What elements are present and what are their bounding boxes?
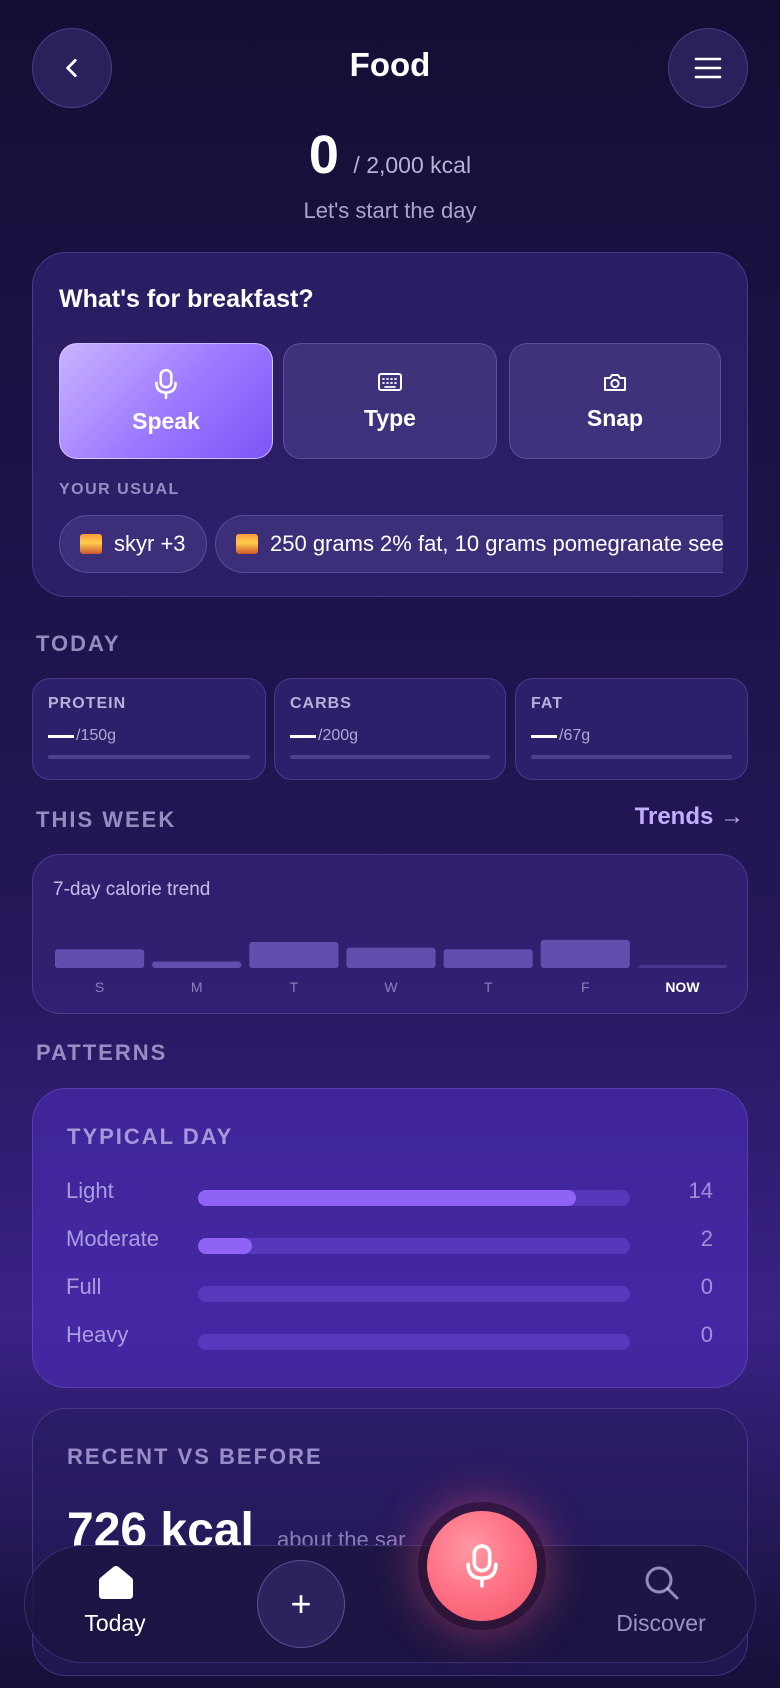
nav-discover-label: Discover [616,1610,706,1636]
back-button[interactable] [32,28,112,108]
calorie-goal: / 2,000 kcal [353,152,472,178]
pattern-row: Full 0 [66,1274,716,1314]
calorie-summary: 0 / 2,000 kcal [0,124,780,186]
macro-progress-bar [531,755,732,759]
pattern-bar-track [198,1190,630,1206]
usual-chip-label: 250 grams 2% fat, 10 grams pomegranate s… [270,531,723,556]
add-label: + [290,1583,312,1624]
pattern-label: Full [66,1274,102,1299]
calories-consumed: 0 [308,125,339,185]
macro-progress-bar [290,755,490,759]
pattern-bar-fill [198,1238,252,1254]
snap-label: Snap [586,404,644,431]
macro-progress-bar [48,755,250,759]
usual-chips: skyr +3 250 grams 2% fat, 10 grams pomeg… [59,515,723,575]
macro-name: CARBS [290,695,352,712]
trend-bar [55,949,145,968]
trend-bar [637,965,727,968]
macro-value-placeholder [531,734,557,738]
carbs-card[interactable]: CARBS /200g [274,678,506,780]
pattern-count: 2 [700,1226,713,1251]
page-title: Food [349,46,431,83]
nav-today-label: Today [84,1610,146,1636]
camera-icon [604,373,626,391]
today-section-label: TODAY [36,631,121,656]
trend-bar [152,961,242,968]
trend-bar [540,939,630,968]
trend-day-label: S [95,979,104,995]
macro-value-placeholder [290,734,316,738]
pattern-bar-track [198,1238,630,1254]
trend-day-label: NOW [665,979,700,995]
pattern-label: Moderate [66,1226,159,1251]
pattern-bar-fill [198,1190,576,1206]
macro-value-placeholder [48,734,74,738]
pattern-count: 14 [688,1178,713,1203]
keyboard-icon [378,372,402,391]
macro-name: FAT [531,695,564,712]
snap-button[interactable]: Snap [509,343,721,459]
trend-bar [249,942,339,968]
pattern-count: 0 [700,1274,713,1299]
usual-chip[interactable]: 250 grams 2% fat, 10 grams pomegranate s… [215,515,723,573]
macro-goal: /150g [76,727,117,744]
nav-today[interactable]: Today [65,1564,165,1650]
menu-button[interactable] [668,28,748,108]
fat-card[interactable]: FAT /67g [515,678,748,780]
trend-day-label: T [290,979,299,995]
macro-goal: /67g [559,727,591,744]
trends-link[interactable]: Trends → [560,803,744,831]
speak-label: Speak [132,407,200,434]
trend-bar [443,949,533,968]
trend-chart: S M T W T F NOW [55,939,727,995]
type-label: Type [364,404,416,431]
trend-day-label: M [191,979,203,995]
usual-chip-label: skyr +3 [114,531,186,556]
trend-day-label: W [384,979,398,995]
pattern-row: Heavy 0 [66,1322,716,1362]
recent-title: RECENT VS BEFORE [67,1444,323,1469]
voice-log-button[interactable] [427,1511,537,1621]
typical-day-title: TYPICAL DAY [67,1124,234,1149]
macro-name: PROTEIN [48,695,127,712]
trend-day-label: T [484,979,493,995]
protein-card[interactable]: PROTEIN /150g [32,678,266,780]
chevron-left-icon [66,59,77,77]
pattern-label: Heavy [66,1322,129,1347]
home-icon [99,1566,133,1599]
macro-goal: /200g [318,727,359,744]
usual-label: YOUR USUAL [59,481,180,498]
microphone-icon [466,1544,498,1588]
pattern-bar-track [198,1286,630,1302]
pattern-label: Light [66,1178,114,1203]
sunrise-icon [80,534,102,554]
pattern-bar-track [198,1334,630,1350]
pattern-row: Light 14 [66,1178,716,1218]
trend-day-label: F [581,979,590,995]
search-icon [645,1566,679,1600]
usual-chip[interactable]: skyr +3 [59,515,207,573]
trend-bar [346,947,436,968]
nav-discover[interactable]: Discover [601,1564,721,1650]
day-subtitle: Let's start the day [303,198,477,223]
pattern-count: 0 [700,1322,713,1347]
week-section-label: THIS WEEK [36,807,177,832]
meal-log-card: What's for breakfast? Speak Type Snap YO… [32,252,748,597]
weekly-trend-card[interactable]: 7-day calorie trend S M T W T F NOW [32,854,748,1014]
pattern-row: Moderate 2 [66,1226,716,1266]
sunrise-icon [236,534,258,554]
type-button[interactable]: Type [283,343,497,459]
speak-button[interactable]: Speak [59,343,273,459]
patterns-section-label: PATTERNS [36,1040,168,1065]
bottom-nav: Today + Discover [24,1545,756,1663]
add-button[interactable]: + [257,1560,345,1648]
hamburger-menu-icon [694,57,722,79]
meal-question: What's for breakfast? [59,285,314,313]
microphone-icon [155,368,177,399]
